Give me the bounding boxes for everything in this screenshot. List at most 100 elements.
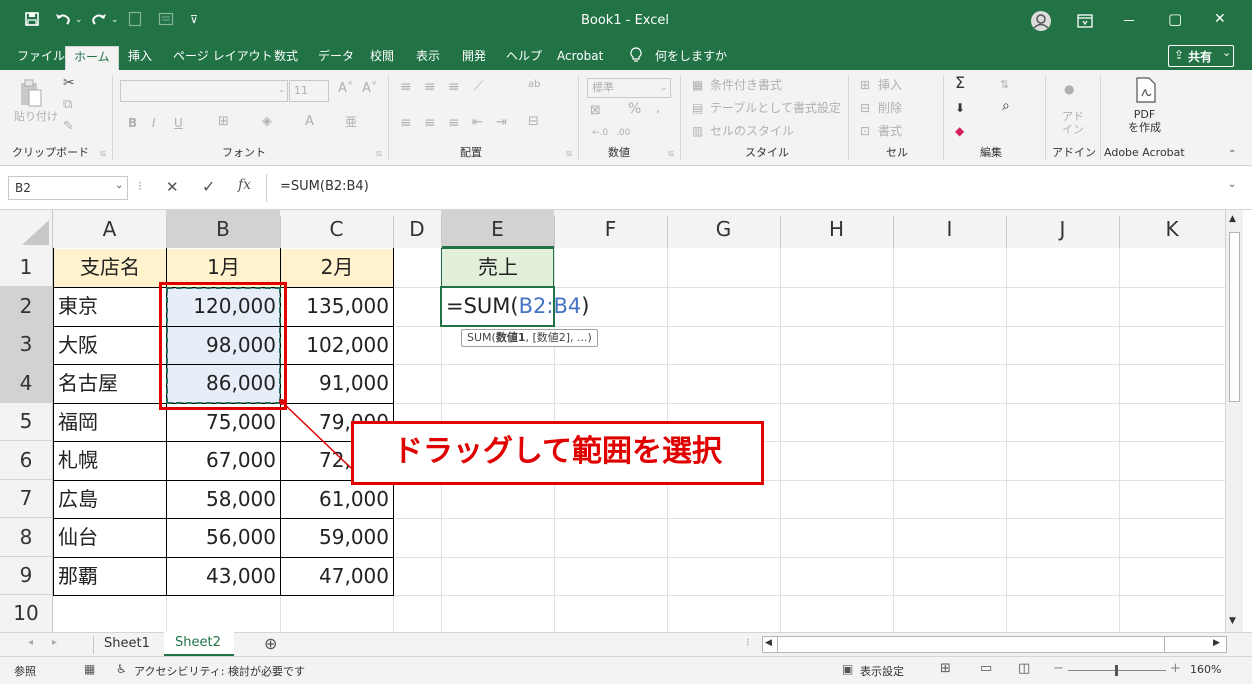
zoom-slider-thumb[interactable] [1115, 665, 1118, 676]
tab-splitter-icon[interactable]: ⁝ [746, 636, 750, 649]
align-right-icon[interactable]: ≡ [448, 116, 460, 130]
cancel-entry-icon[interactable]: ✕ [166, 178, 179, 196]
number-launcher-icon[interactable]: ⧅ [668, 147, 674, 161]
form-icon[interactable] [158, 11, 174, 31]
tab-review[interactable]: 校閲 [370, 47, 394, 65]
clipboard-launcher-icon[interactable]: ⧅ [100, 147, 106, 161]
delete-cells-icon[interactable]: ⊟ [860, 101, 870, 115]
customize-qat-icon[interactable]: ⊽ [190, 11, 198, 29]
lightbulb-icon[interactable] [630, 47, 642, 68]
tab-help[interactable]: ヘルプ [506, 47, 542, 65]
scroll-tabs-left-icon[interactable]: ◂ [28, 637, 33, 648]
redo-icon[interactable] [90, 11, 108, 31]
addins-icon[interactable]: ● [1064, 82, 1074, 96]
sheet-tab-sheet2[interactable]: Sheet2 [164, 632, 234, 656]
wrap-text-icon[interactable]: ab [528, 78, 540, 92]
tab-page-layout[interactable]: ページ レイアウト [173, 47, 273, 65]
fill-color-icon[interactable]: ◈ [262, 115, 272, 129]
number-format-select[interactable]: 標準 ⌄ [587, 78, 671, 98]
minimize-button[interactable]: － [1122, 11, 1136, 31]
insert-cells-label[interactable]: 挿入 [878, 78, 902, 92]
bold-icon[interactable]: B [128, 116, 137, 130]
collapse-ribbon-icon[interactable]: ⌃ [1228, 148, 1236, 162]
macro-record-icon[interactable]: ▦ [84, 662, 95, 676]
format-cells-icon[interactable]: ⊡ [860, 124, 870, 138]
expand-formula-bar-icon[interactable]: ⌄ [1228, 179, 1236, 190]
formula-input[interactable]: =SUM(B2:B4) [280, 179, 369, 194]
align-bottom-icon[interactable]: ≡ [448, 80, 460, 94]
format-cells-label[interactable]: 書式 [878, 124, 902, 138]
underline-icon[interactable]: U [174, 116, 183, 130]
accounting-format-icon[interactable]: ⊠ [590, 104, 601, 118]
format-painter-icon[interactable]: ✎ [63, 120, 74, 134]
tab-acrobat[interactable]: Acrobat [557, 47, 603, 65]
maximize-button[interactable]: ▢ [1168, 10, 1182, 28]
display-settings[interactable]: 表示設定 [860, 663, 904, 679]
conditional-format-label[interactable]: 条件付き書式 [710, 78, 782, 92]
page-break-preview-icon[interactable]: ◫ [1018, 661, 1030, 676]
zoom-out-icon[interactable]: − [1053, 661, 1064, 676]
vertical-scrollbar[interactable]: ▲ ▼ [1225, 210, 1243, 632]
share-button[interactable]: ⇪ 共有 ⌄ [1168, 45, 1234, 67]
save-icon[interactable] [24, 11, 40, 31]
addins-label[interactable]: アド イン [1062, 110, 1084, 136]
tell-me-search[interactable]: 何をしますか [655, 47, 727, 65]
zoom-level[interactable]: 160% [1190, 663, 1221, 676]
cut-icon[interactable]: ✂ [63, 76, 75, 90]
phonetic-icon[interactable]: 亜 [345, 115, 357, 129]
ribbon-display-icon[interactable] [1077, 13, 1093, 32]
scroll-up-icon[interactable]: ▲ [1229, 214, 1236, 224]
accessibility-status[interactable]: アクセシビリティ: 検討が必要です [134, 663, 305, 679]
grow-font-icon[interactable]: A˄ [338, 82, 353, 96]
redo-dropdown-icon[interactable]: ⌄ [111, 11, 119, 29]
fill-icon[interactable]: ⬇ [955, 101, 965, 115]
align-left-icon[interactable]: ≡ [400, 116, 412, 130]
decrease-decimal-icon[interactable]: .00 [616, 126, 630, 140]
vertical-scroll-thumb[interactable] [1229, 232, 1240, 402]
sort-filter-icon[interactable]: ⇅ [1000, 78, 1009, 92]
confirm-entry-icon[interactable]: ✓ [202, 177, 215, 196]
align-center-icon[interactable]: ≡ [424, 116, 436, 130]
scroll-left-icon[interactable]: ◀ [765, 638, 772, 648]
increase-indent-icon[interactable]: ⇥ [496, 116, 507, 130]
comma-style-icon[interactable]: , [656, 102, 660, 116]
copy-icon[interactable]: ⧉ [63, 98, 72, 112]
add-sheet-icon[interactable]: ⊕ [264, 634, 277, 653]
scroll-down-icon[interactable]: ▼ [1229, 616, 1236, 626]
insert-function-icon[interactable]: fx [238, 177, 251, 193]
tab-home[interactable]: ホーム [65, 46, 119, 70]
account-icon[interactable] [1030, 10, 1052, 36]
format-as-table-label[interactable]: テーブルとして書式設定 [710, 101, 841, 115]
tab-file[interactable]: ファイル [17, 47, 65, 65]
merge-center-icon[interactable]: ⊟ [528, 115, 539, 129]
cell-styles-icon[interactable]: ▥ [692, 124, 703, 138]
italic-icon[interactable]: I [152, 116, 156, 130]
undo-dropdown-icon[interactable]: ⌄ [75, 11, 83, 29]
align-middle-icon[interactable]: ≡ [424, 80, 436, 94]
horizontal-scrollbar[interactable]: ◀ ▶ [762, 636, 1227, 653]
tab-formulas[interactable]: 数式 [274, 47, 298, 65]
font-launcher-icon[interactable]: ⧅ [376, 147, 382, 161]
create-pdf-label[interactable]: PDF を作成 [1128, 108, 1161, 134]
tab-view[interactable]: 表示 [416, 47, 440, 65]
clear-icon[interactable]: ◆ [955, 124, 964, 138]
font-name-field[interactable] [120, 80, 288, 102]
tab-data[interactable]: データ [318, 47, 354, 65]
sheet-tab-sheet1[interactable]: Sheet1 [104, 636, 150, 651]
borders-icon[interactable]: ⊞ [218, 115, 229, 129]
create-pdf-icon[interactable] [1134, 76, 1158, 108]
font-size-field[interactable]: 11 [289, 80, 329, 102]
display-settings-icon[interactable]: ▣ [842, 662, 853, 676]
shrink-font-icon[interactable]: A˅ [362, 82, 377, 96]
delete-cells-label[interactable]: 削除 [878, 101, 902, 115]
zoom-in-icon[interactable]: + [1170, 661, 1181, 676]
normal-view-icon[interactable]: ⊞ [940, 661, 951, 676]
increase-decimal-icon[interactable]: ←.0 [592, 126, 608, 140]
find-select-icon[interactable]: ⌕ [1002, 99, 1010, 113]
align-top-icon[interactable]: ≡ [400, 80, 412, 94]
paste-icon[interactable] [18, 78, 44, 114]
tab-insert[interactable]: 挿入 [128, 47, 152, 65]
horizontal-scroll-thumb[interactable] [777, 637, 1165, 652]
conditional-format-icon[interactable]: ▦ [692, 78, 703, 92]
scroll-right-icon[interactable]: ▶ [1213, 638, 1220, 648]
